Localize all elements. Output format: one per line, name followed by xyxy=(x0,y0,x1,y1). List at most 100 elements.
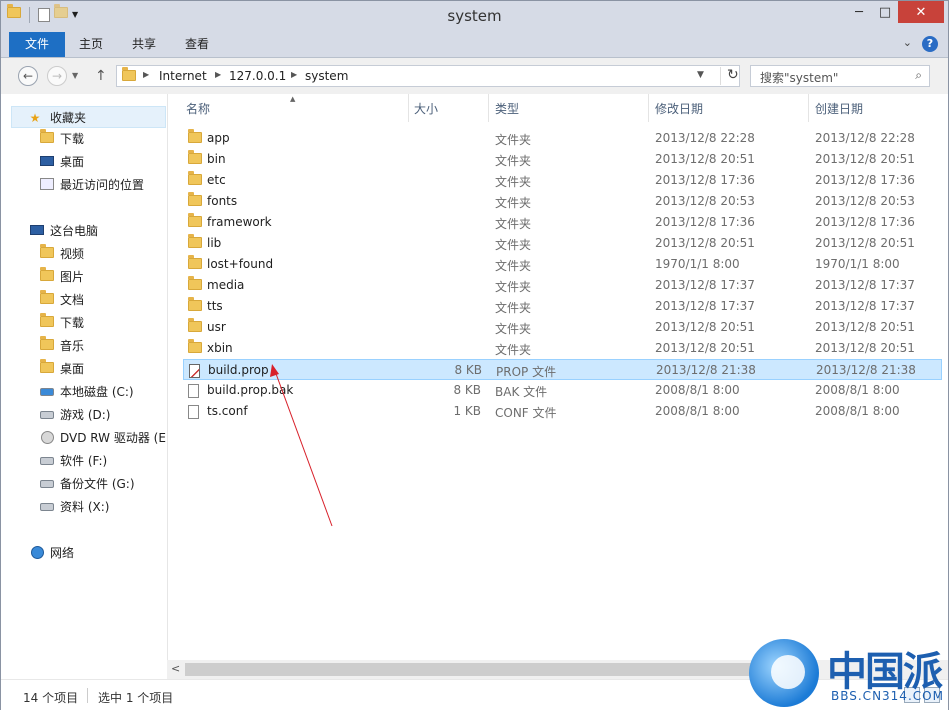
folder-icon xyxy=(188,171,202,188)
file-row[interactable]: lib 文件夹 2013/12/8 20:51 2013/12/8 20:51 xyxy=(183,233,942,254)
file-row[interactable]: app 文件夹 2013/12/8 22:28 2013/12/8 22:28 xyxy=(183,128,942,149)
nav-fav-desktop[interactable]: 桌面 xyxy=(1,151,167,173)
chevron-right-icon[interactable]: ▶ xyxy=(215,70,221,79)
file-row[interactable]: framework 文件夹 2013/12/8 17:36 2013/12/8 17:… xyxy=(183,212,942,233)
up-button[interactable]: ↑ xyxy=(95,68,107,84)
navigation-pane: ★ 收藏夹 下载 桌面 最近访问的位置 这台电脑 视频 图片 文档 下载 音乐 … xyxy=(1,94,168,679)
file-type: 文件夹 xyxy=(495,322,532,336)
nav-thispc[interactable]: 这台电脑 xyxy=(1,220,167,242)
breadcrumb-system[interactable]: system xyxy=(305,69,348,83)
column-header-name[interactable]: 名称 xyxy=(186,94,210,122)
nav-pc-drive-e[interactable]: DVD RW 驱动器 (E xyxy=(1,427,167,449)
downloads-folder-icon xyxy=(40,313,54,330)
nav-pc-documents[interactable]: 文档 xyxy=(1,289,167,311)
nav-pc-drive-g-label: 备份文件 (G:) xyxy=(60,477,135,491)
scroll-left-icon[interactable]: < xyxy=(171,662,180,675)
file-name: build.prop xyxy=(208,363,269,377)
star-icon: ★ xyxy=(29,111,41,125)
sort-ascending-icon: ▲ xyxy=(290,95,296,103)
file-row[interactable]: fonts 文件夹 2013/12/8 20:53 2013/12/8 20:53 xyxy=(183,191,942,212)
help-icon[interactable]: ? xyxy=(922,36,938,52)
file-row[interactable]: xbin 文件夹 2013/12/8 20:51 2013/12/8 20:51 xyxy=(183,338,942,359)
column-header-size[interactable]: 大小 xyxy=(414,94,438,122)
large-icons-view-icon[interactable] xyxy=(924,687,940,703)
search-input[interactable]: 搜索"system" ⌕ xyxy=(750,65,930,87)
tab-file[interactable]: 文件 xyxy=(9,32,65,57)
folder-icon xyxy=(188,213,202,230)
tab-home[interactable]: 主页 xyxy=(67,32,115,57)
nav-pc-music[interactable]: 音乐 xyxy=(1,335,167,357)
nav-pc-pictures[interactable]: 图片 xyxy=(1,266,167,288)
file-type: 文件夹 xyxy=(495,196,532,210)
refresh-icon[interactable]: ↻ xyxy=(720,67,739,85)
file-name: lib xyxy=(207,236,222,250)
search-icon[interactable]: ⌕ xyxy=(915,68,922,83)
column-header-modified[interactable]: 修改日期 xyxy=(655,94,703,122)
chevron-right-icon[interactable]: ▶ xyxy=(143,70,149,79)
nav-fav-downloads[interactable]: 下载 xyxy=(1,128,167,150)
nav-pc-drive-f[interactable]: 软件 (F:) xyxy=(1,450,167,472)
file-type: 文件夹 xyxy=(495,301,532,315)
scrollbar-thumb[interactable] xyxy=(185,663,805,676)
details-view-icon[interactable] xyxy=(904,687,920,703)
file-icon xyxy=(188,405,199,422)
nav-fav-recent[interactable]: 最近访问的位置 xyxy=(1,174,167,196)
address-dropdown-icon[interactable]: ▼ xyxy=(697,70,704,80)
nav-pc-downloads[interactable]: 下载 xyxy=(1,312,167,334)
maximize-button[interactable]: □ xyxy=(872,1,898,23)
file-row[interactable]: etc 文件夹 2013/12/8 17:36 2013/12/8 17:36 xyxy=(183,170,942,191)
nav-favorites-label: 收藏夹 xyxy=(50,111,87,125)
file-created: 2013/12/8 21:38 xyxy=(816,363,916,377)
file-row[interactable]: lost+found 文件夹 1970/1/1 8:00 1970/1/1 8:00 xyxy=(183,254,942,275)
navigation-bar: ← → ▼ ↑ ▶ Internet ▶ 127.0.0.1 ▶ system … xyxy=(1,58,948,94)
desktop-folder-icon xyxy=(40,359,54,376)
file-row[interactable]: build.prop.bak 8 KB BAK 文件 2008/8/1 8:00 200… xyxy=(183,380,942,401)
file-row[interactable]: tts 文件夹 2013/12/8 17:37 2013/12/8 17:37 xyxy=(183,296,942,317)
nav-pc-drive-c[interactable]: 本地磁盘 (C:) xyxy=(1,381,167,403)
recent-locations-icon[interactable]: ▼ xyxy=(72,71,78,80)
file-row[interactable]: bin 文件夹 2013/12/8 20:51 2013/12/8 20:51 xyxy=(183,149,942,170)
file-row[interactable]: build.prop 8 KB PROP 文件 2013/12/8 21:38 2013… xyxy=(183,359,942,380)
windows-drive-icon xyxy=(40,385,54,399)
file-created: 2013/12/8 17:37 xyxy=(815,299,915,313)
nav-pc-drive-x-label: 资料 (X:) xyxy=(60,500,110,514)
breadcrumb-internet[interactable]: Internet xyxy=(159,69,207,83)
ribbon-tabs: 文件 主页 共享 查看 ⌄ ? xyxy=(1,32,948,58)
file-created: 2013/12/8 20:51 xyxy=(815,152,915,166)
column-header-type[interactable]: 类型 xyxy=(495,94,519,122)
nav-favorites[interactable]: ★ 收藏夹 xyxy=(11,106,166,128)
address-bar[interactable]: ▶ Internet ▶ 127.0.0.1 ▶ system ▼ ↻ xyxy=(116,65,740,87)
folder-icon xyxy=(188,318,202,335)
file-row[interactable]: usr 文件夹 2013/12/8 20:51 2013/12/8 20:51 xyxy=(183,317,942,338)
horizontal-scrollbar[interactable]: < xyxy=(167,660,948,679)
file-name: app xyxy=(207,131,230,145)
file-created: 2013/12/8 22:28 xyxy=(815,131,915,145)
minimize-button[interactable]: ─ xyxy=(846,1,872,23)
file-created: 2013/12/8 17:37 xyxy=(815,278,915,292)
file-type: 文件夹 xyxy=(495,259,532,273)
nav-pc-drive-g[interactable]: 备份文件 (G:) xyxy=(1,473,167,495)
expand-ribbon-icon[interactable]: ⌄ xyxy=(903,36,912,52)
breadcrumb-ip[interactable]: 127.0.0.1 xyxy=(229,69,286,83)
back-button[interactable]: ← xyxy=(18,66,38,86)
file-modified: 2013/12/8 20:51 xyxy=(655,341,755,355)
file-row[interactable]: ts.conf 1 KB CONF 文件 2008/8/1 8:00 2008/8/1 … xyxy=(183,401,942,422)
file-row[interactable]: media 文件夹 2013/12/8 17:37 2013/12/8 17:37 xyxy=(183,275,942,296)
file-modified: 2013/12/8 20:51 xyxy=(655,320,755,334)
nav-pc-drive-x[interactable]: 资料 (X:) xyxy=(1,496,167,518)
file-modified: 1970/1/1 8:00 xyxy=(655,257,740,271)
tab-view[interactable]: 查看 xyxy=(173,32,221,57)
nav-pc-desktop[interactable]: 桌面 xyxy=(1,358,167,380)
search-placeholder: 搜索"system" xyxy=(760,71,839,85)
forward-button[interactable]: → xyxy=(47,66,67,86)
nav-pc-videos[interactable]: 视频 xyxy=(1,243,167,265)
close-button[interactable]: ✕ xyxy=(898,1,944,23)
nav-pc-drive-d[interactable]: 游戏 (D:) xyxy=(1,404,167,426)
file-size: 1 KB xyxy=(453,404,481,418)
chevron-right-icon[interactable]: ▶ xyxy=(291,70,297,79)
tab-share[interactable]: 共享 xyxy=(119,32,169,57)
content-area: ★ 收藏夹 下载 桌面 最近访问的位置 这台电脑 视频 图片 文档 下载 音乐 … xyxy=(1,94,948,679)
column-header-created[interactable]: 创建日期 xyxy=(815,94,863,122)
nav-network[interactable]: 网络 xyxy=(1,542,167,564)
nav-pc-documents-label: 文档 xyxy=(60,293,85,307)
